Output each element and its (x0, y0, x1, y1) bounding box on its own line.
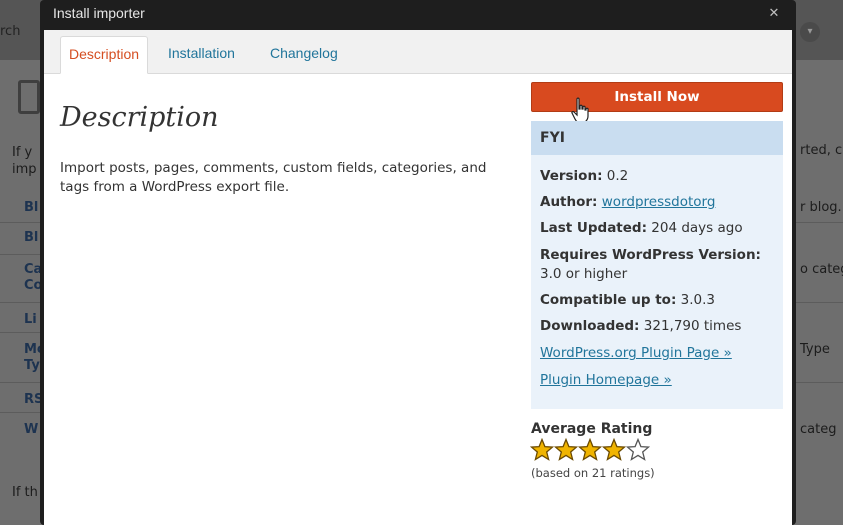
author-label: Author: (540, 194, 598, 210)
description-heading: Description (60, 102, 219, 133)
background-importer-link: Bl (24, 230, 39, 245)
tab-changelog[interactable]: Changelog (262, 36, 346, 74)
version-label: Version: (540, 168, 603, 184)
compatible-row: Compatible up to: 3.0.3 (540, 292, 715, 308)
fyi-panel (531, 121, 783, 409)
average-rating-title: Average Rating (531, 421, 653, 437)
requires-value-row: 3.0 or higher (540, 266, 627, 282)
star-filled-icon (554, 438, 578, 461)
requires-label: Requires WordPress Version: (540, 247, 761, 263)
star-filled-icon (602, 438, 626, 461)
background-importer-link: W (24, 422, 39, 437)
background-help-icon: ▾ (800, 22, 820, 42)
downloaded-value: 321,790 times (643, 318, 742, 334)
author-row: Author: wordpressdotorg (540, 194, 715, 210)
background-importer-link: Li (24, 312, 37, 327)
background-text: Type (800, 342, 830, 357)
requires-value: 3.0 or higher (540, 266, 628, 282)
background-text: rted, c (800, 143, 843, 158)
install-now-button[interactable]: Install Now (531, 82, 783, 112)
author-link[interactable]: wordpressdotorg (602, 194, 716, 210)
star-empty-icon (626, 438, 650, 461)
last-updated-value: 204 days ago (651, 220, 743, 236)
background-row-divider (796, 302, 843, 303)
last-updated-label: Last Updated: (540, 220, 647, 236)
background-row-divider (0, 332, 42, 333)
background-row-divider (796, 222, 843, 223)
last-updated-row: Last Updated: 204 days ago (540, 220, 743, 236)
close-icon[interactable]: ✕ (765, 5, 783, 23)
background-text: If th (12, 485, 38, 500)
requires-row: Requires WordPress Version: (540, 247, 761, 263)
description-body: Import posts, pages, comments, custom fi… (60, 160, 487, 195)
tab-description[interactable]: Description (60, 36, 149, 74)
background-row-divider (0, 382, 42, 383)
star-filled-icon (578, 438, 602, 461)
background-row-divider (0, 254, 42, 255)
rating-count-note: (based on 21 ratings) (531, 466, 655, 480)
background-row-divider (796, 382, 843, 383)
rating-stars (530, 438, 650, 464)
star-filled-icon (530, 438, 554, 461)
version-row: Version: 0.2 (540, 168, 628, 184)
tools-icon (18, 80, 40, 114)
compatible-label: Compatible up to: (540, 292, 677, 308)
modal-title: Install importer (53, 5, 145, 21)
downloaded-row: Downloaded: 321,790 times (540, 318, 741, 334)
background-importer-link: Ty (24, 358, 40, 373)
background-text: o categ (800, 262, 843, 277)
tab-installation[interactable]: Installation (160, 36, 243, 74)
plugin-homepage-link[interactable]: Plugin Homepage » (540, 372, 672, 388)
background-text: r blog. (800, 200, 842, 215)
tab-bar (44, 30, 792, 74)
background-row-divider (0, 412, 42, 413)
background-row-divider (0, 222, 42, 223)
fyi-title: FYI (531, 121, 783, 155)
background-text: If y (12, 145, 33, 160)
version-value: 0.2 (606, 168, 629, 184)
background-row-divider (0, 302, 42, 303)
plugin-page-link[interactable]: WordPress.org Plugin Page » (540, 345, 732, 361)
background-importer-link: Bl (24, 200, 39, 215)
background-text: categ (800, 422, 837, 437)
compatible-value: 3.0.3 (680, 292, 716, 308)
background-text: imp (12, 162, 37, 177)
background-search-fragment: rch (0, 24, 21, 39)
downloaded-label: Downloaded: (540, 318, 640, 334)
